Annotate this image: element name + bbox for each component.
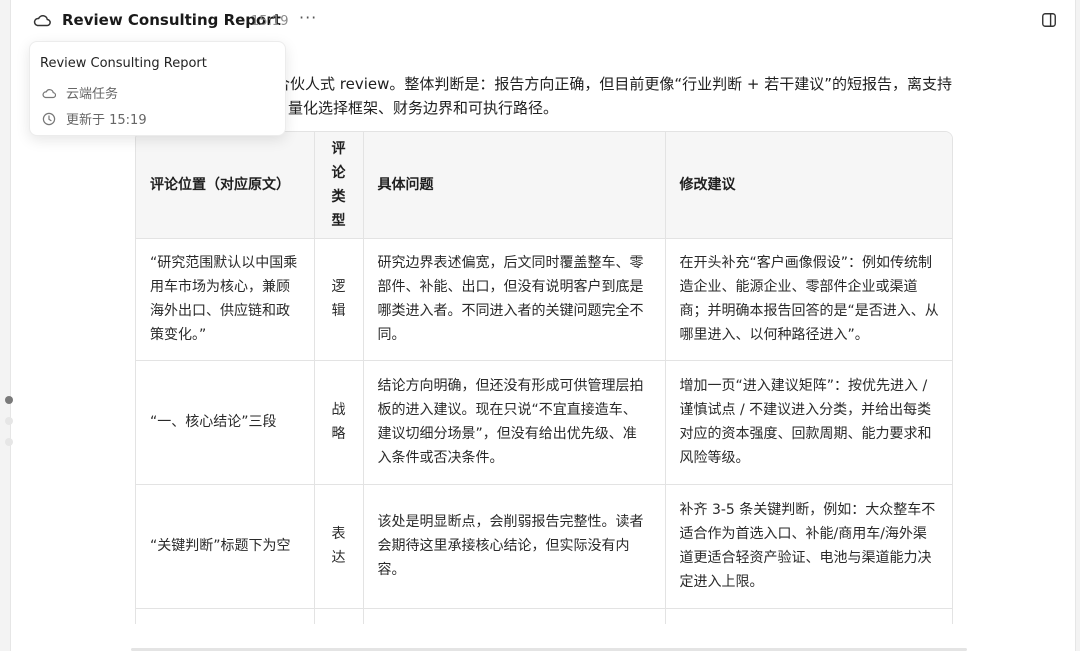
popup-updated-row: 更新于 15:19 — [42, 109, 147, 128]
task-info-popup: Review Consulting Report 云端任务 更新于 15:19 — [29, 41, 286, 136]
page-dot[interactable] — [5, 417, 13, 425]
cell-type: 战略 — [314, 360, 364, 485]
review-table: 评论位置（对应原文） 评论类型 具体问题 修改建议 “研究范围默认以中国乘用车市… — [135, 131, 953, 624]
header-location: 评论位置（对应原文） — [136, 132, 315, 239]
table-row-partial — [136, 608, 952, 624]
cell-location: “关键判断”标题下为空 — [136, 484, 315, 609]
page-dot[interactable] — [5, 396, 13, 404]
popup-cloud-task-row: 云端任务 — [42, 83, 118, 102]
cloud-icon — [42, 88, 56, 98]
cloud-task-label: 云端任务 — [66, 87, 119, 102]
more-options-button[interactable]: ··· — [299, 8, 317, 27]
table-header-row: 评论位置（对应原文） 评论类型 具体问题 修改建议 — [136, 132, 952, 239]
page-title: Review Consulting Report — [62, 11, 281, 29]
cell-issue: 该处是明显断点，会削弱报告完整性。读者会期待这里承接核心结论，但实际没有内容。 — [363, 484, 666, 609]
cell-suggestion: 在开头补充“客户画像假设”：例如传统制造企业、能源企业、零部件企业或渠道商；并明… — [665, 238, 952, 361]
header-type: 评论类型 — [314, 132, 364, 239]
page-dot[interactable] — [5, 438, 13, 446]
table-row: “一、核心结论”三段 战略 结论方向明确，但还没有形成可供管理层拍板的进入建议。… — [136, 360, 952, 485]
clock-icon — [42, 112, 56, 125]
header-issue: 具体问题 — [363, 132, 666, 239]
cell-issue: 研究边界表述偏宽，后文同时覆盖整车、零部件、补能、出口，但没有说明客户到底是哪类… — [363, 238, 666, 361]
report-window: Review Consulting Report 15:19 ··· Revie… — [10, 0, 1076, 651]
header-bar: Review Consulting Report 15:19 ··· — [11, 0, 1075, 42]
cell-issue: 结论方向明确，但还没有形成可供管理层拍板的进入建议。现在只说“不宜直接造车、建议… — [363, 360, 666, 485]
sidebar-toggle-icon[interactable] — [1042, 13, 1056, 27]
header-suggestion: 修改建议 — [665, 132, 952, 239]
table-row: “关键判断”标题下为空 表达 该处是明显断点，会削弱报告完整性。读者会期待这里承… — [136, 484, 952, 609]
cell-suggestion: 补齐 3-5 条关键判断，例如：大众整车不适合作为首选入口、补能/商用车/海外渠… — [665, 484, 952, 609]
cell-type: 表达 — [314, 484, 364, 609]
popup-title: Review Consulting Report — [40, 56, 207, 71]
updated-label: 更新于 15:19 — [66, 113, 147, 128]
table-row: “研究范围默认以中国乘用车市场为核心，兼顾海外出口、供应链和政策变化。” 逻辑 … — [136, 238, 952, 361]
cell-location: “一、核心结论”三段 — [136, 360, 315, 485]
cell-suggestion: 增加一页“进入建议矩阵”：按优先进入 / 谨慎试点 / 不建议进入分类，并给出每… — [665, 360, 952, 485]
title-time: 15:19 — [251, 14, 289, 29]
page-indicator[interactable] — [5, 396, 13, 459]
cloud-icon — [33, 14, 51, 27]
cell-type: 逻辑 — [314, 238, 364, 361]
cell-location: “研究范围默认以中国乘用车市场为核心，兼顾海外出口、供应链和政策变化。” — [136, 238, 315, 361]
